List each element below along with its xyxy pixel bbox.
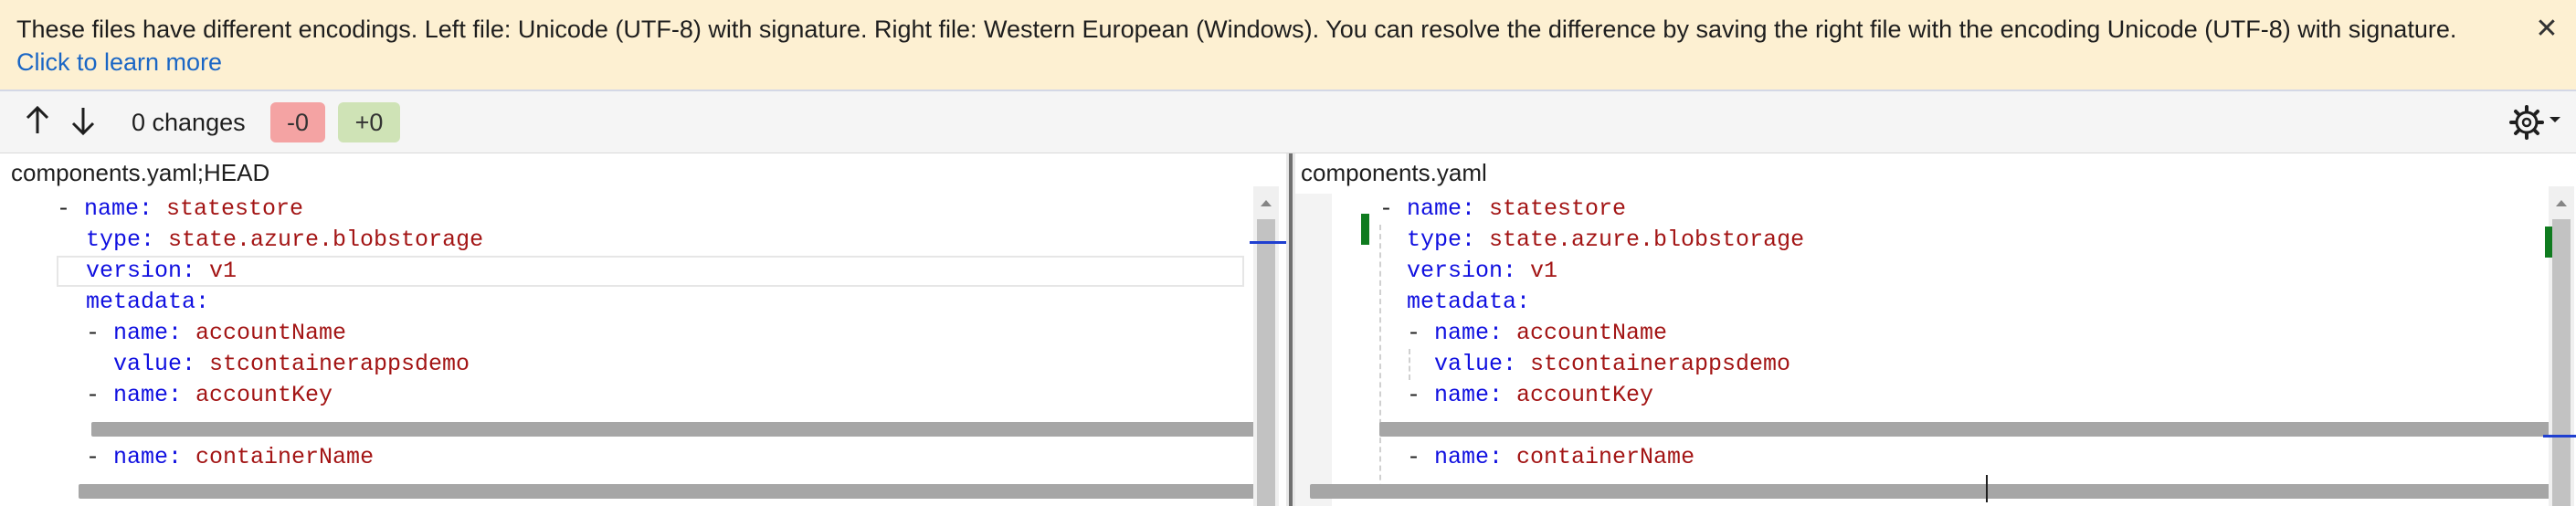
changes-count: 0 changes — [132, 109, 246, 136]
scrollbar-thumb[interactable] — [2552, 219, 2571, 506]
scroll-up-icon[interactable] — [2552, 194, 2571, 212]
right-code-editor[interactable]: - name: statestore type: state.azure.blo… — [1295, 194, 2576, 506]
pane-splitter[interactable] — [1286, 153, 1295, 506]
change-overview-marker — [2545, 227, 2552, 258]
code-line: - name: statestore — [1379, 195, 1627, 222]
close-icon[interactable]: ✕ — [2532, 13, 2561, 46]
code-line: - name: containerName — [86, 444, 375, 470]
vertical-scrollbar[interactable] — [1253, 186, 1279, 506]
horizontal-scrollbar[interactable] — [79, 484, 1275, 499]
diff-overview-marker — [1250, 241, 1286, 244]
diff-toolbar: 0 changes -0 +0 — [0, 91, 2576, 153]
left-diff-pane[interactable]: components.yaml;HEAD - name: statestore … — [0, 153, 1286, 506]
code-line: - name: accountName — [86, 320, 347, 346]
indent-guide — [1379, 225, 1381, 499]
infobar-text: These files have different encodings. Le… — [16, 16, 2457, 43]
gear-icon[interactable] — [2508, 104, 2545, 141]
code-line: type: state.azure.blobstorage — [1407, 227, 1805, 253]
code-line: version: v1 — [1407, 258, 1558, 284]
left-code-editor[interactable]: - name: statestore type: state.azure.blo… — [0, 194, 1286, 506]
left-file-title: components.yaml;HEAD — [11, 159, 270, 186]
text-caret — [1986, 475, 1988, 502]
code-line: metadata: — [1407, 289, 1531, 315]
infobar-message: These files have different encodings. Le… — [16, 13, 2501, 79]
vertical-scrollbar[interactable] — [2549, 186, 2574, 506]
chevron-down-icon[interactable] — [2547, 111, 2563, 128]
horizontal-scrollbar[interactable] — [1379, 422, 2563, 437]
scroll-up-icon[interactable] — [1257, 194, 1275, 212]
horizontal-scrollbar[interactable] — [91, 422, 1279, 437]
indent-guide — [1409, 349, 1410, 380]
scrollbar-thumb[interactable] — [1257, 219, 1275, 506]
code-line: value: stcontainerappsdemo — [113, 351, 470, 377]
right-diff-pane[interactable]: components.yaml - name: statestore type:… — [1295, 153, 2576, 506]
code-line: type: state.azure.blobstorage — [86, 227, 484, 253]
encoding-infobar: These files have different encodings. Le… — [0, 0, 2576, 91]
code-line: - name: accountKey — [1407, 382, 1654, 408]
code-line: - name: accountKey — [86, 382, 333, 408]
arrow-up-icon[interactable] — [20, 102, 55, 139]
right-file-title: components.yaml — [1301, 159, 1487, 186]
horizontal-scrollbar[interactable] — [1310, 484, 2571, 499]
code-line: version: v1 — [86, 258, 238, 284]
learn-more-link[interactable]: Click to learn more — [16, 48, 222, 76]
code-line: - name: containerName — [1407, 444, 1695, 470]
additions-badge: +0 — [338, 102, 400, 142]
code-line: metadata: — [86, 289, 210, 315]
code-line: - name: statestore — [57, 195, 304, 222]
code-line: value: stcontainerappsdemo — [1434, 351, 1791, 377]
deletions-badge: -0 — [270, 102, 325, 142]
diff-overview-marker — [2543, 435, 2576, 437]
arrow-down-icon[interactable] — [66, 102, 100, 139]
code-line: - name: accountName — [1407, 320, 1668, 346]
